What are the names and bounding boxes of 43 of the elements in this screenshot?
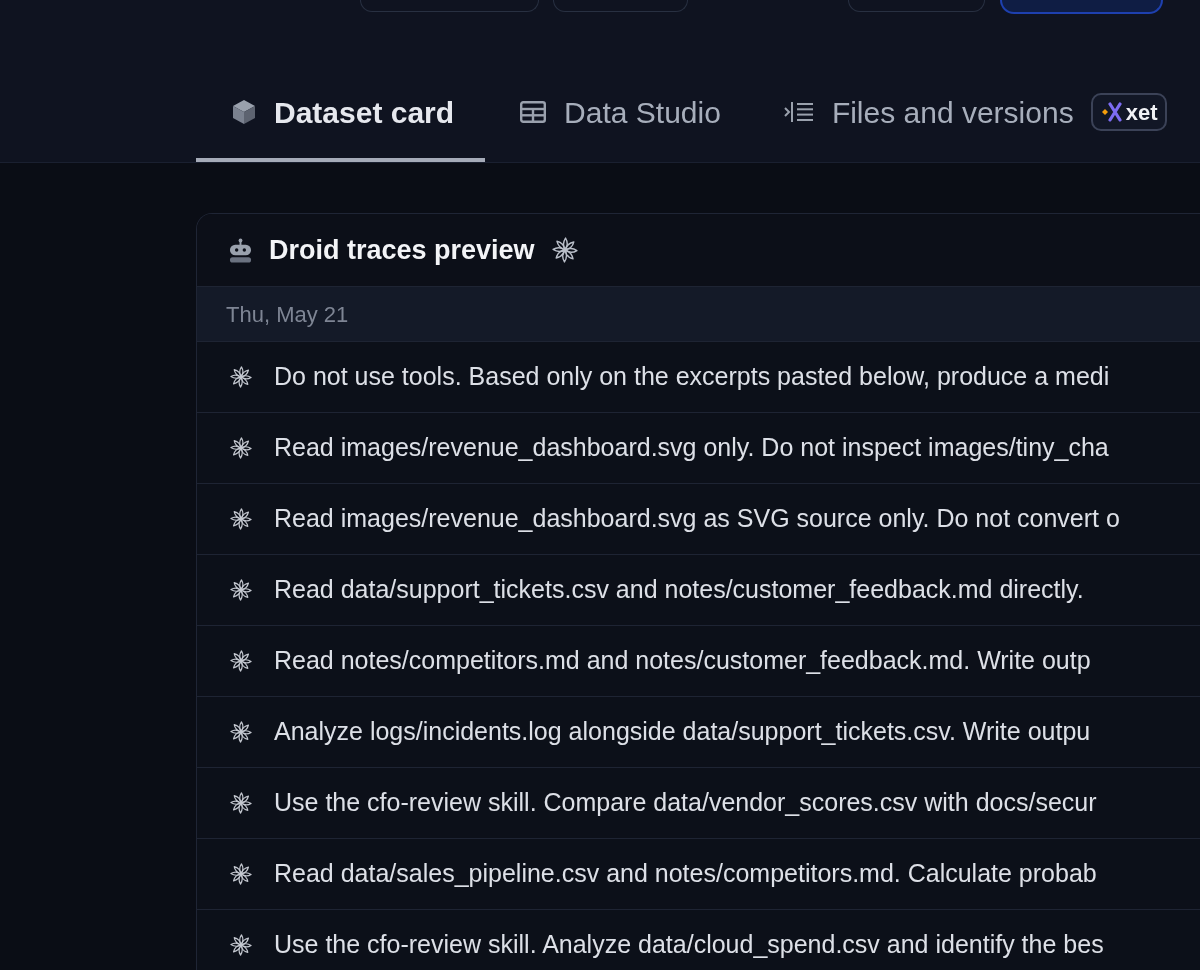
trace-prompt: Read data/sales_pipeline.csv and notes/competitors.md. Calculate probab <box>274 858 1097 890</box>
date-label: Thu, May 21 <box>226 300 349 329</box>
sparkle-flower-icon <box>230 721 252 743</box>
sparkle-flower-icon <box>551 237 578 263</box>
header-button[interactable] <box>848 0 985 12</box>
sparkle-flower-icon <box>230 934 252 956</box>
trace-prompt: Use the cfo-review skill. Compare data/vendor_scores.csv with docs/secur <box>274 787 1097 819</box>
trace-row[interactable]: Read images/revenue_dashboard.svg only. Do not inspect images/tiny_cha <box>197 412 1200 483</box>
trace-row[interactable]: Read data/sales_pipeline.csv and notes/competitors.md. Calculate probab <box>197 838 1200 909</box>
xet-logo-icon <box>1100 102 1123 122</box>
tab[interactable]: Data Studio <box>485 66 753 162</box>
header-button[interactable] <box>553 0 688 12</box>
trace-prompt: Read notes/competitors.md and notes/customer_feedback.md. Write outp <box>274 645 1091 677</box>
trace-prompt: Read images/revenue_dashboard.svg as SVG source only. Do not convert o <box>274 503 1120 535</box>
tab[interactable]: Files and versions xet <box>752 66 1174 162</box>
file-list-icon <box>783 101 814 123</box>
trace-row[interactable]: Use the cfo-review skill. Analyze data/cloud_spend.csv and identify the bes <box>197 909 1200 970</box>
trace-row[interactable]: Read data/support_tickets.csv and notes/customer_feedback.md directly. <box>197 554 1200 625</box>
trace-prompt: Analyze logs/incidents.log alongside data/support_tickets.csv. Write outpu <box>274 716 1091 748</box>
trace-prompt: Do not use tools. Based only on the excerpts pasted below, produce a medi <box>274 361 1110 393</box>
trace-row[interactable]: Do not use tools. Based only on the excerpts pasted below, produce a medi <box>197 341 1200 412</box>
card-title: Droid traces preview <box>269 233 535 267</box>
sparkle-flower-icon <box>230 792 252 814</box>
badge-label: xet <box>1125 98 1158 127</box>
trace-row[interactable]: Read images/revenue_dashboard.svg as SVG source only. Do not convert o <box>197 483 1200 554</box>
cube-icon <box>232 99 256 125</box>
trace-row[interactable]: Analyze logs/incidents.log alongside data/support_tickets.csv. Write outpu <box>197 696 1200 767</box>
trace-prompt: Read images/revenue_dashboard.svg only. Do not inspect images/tiny_cha <box>274 432 1109 464</box>
sparkle-flower-icon <box>230 437 252 459</box>
sparkle-flower-icon <box>230 579 252 601</box>
sparkle-flower-icon <box>230 863 252 885</box>
header-button[interactable] <box>360 0 539 12</box>
sparkle-flower-icon <box>230 366 252 388</box>
trace-row[interactable]: Use the cfo-review skill. Compare data/vendor_scores.csv with docs/secur <box>197 767 1200 838</box>
tab[interactable]: Dataset card <box>196 66 486 162</box>
sparkle-flower-icon <box>230 508 252 530</box>
robot-icon <box>229 237 252 263</box>
header-button[interactable] <box>1000 0 1163 14</box>
trace-prompt: Use the cfo-review skill. Analyze data/cloud_spend.csv and identify the bes <box>274 929 1104 961</box>
trace-row[interactable]: Read notes/competitors.md and notes/customer_feedback.md. Write outp <box>197 625 1200 696</box>
sparkle-flower-icon <box>230 650 252 672</box>
trace-prompt: Read data/support_tickets.csv and notes/customer_feedback.md directly. <box>274 574 1084 606</box>
table-icon <box>520 101 547 123</box>
